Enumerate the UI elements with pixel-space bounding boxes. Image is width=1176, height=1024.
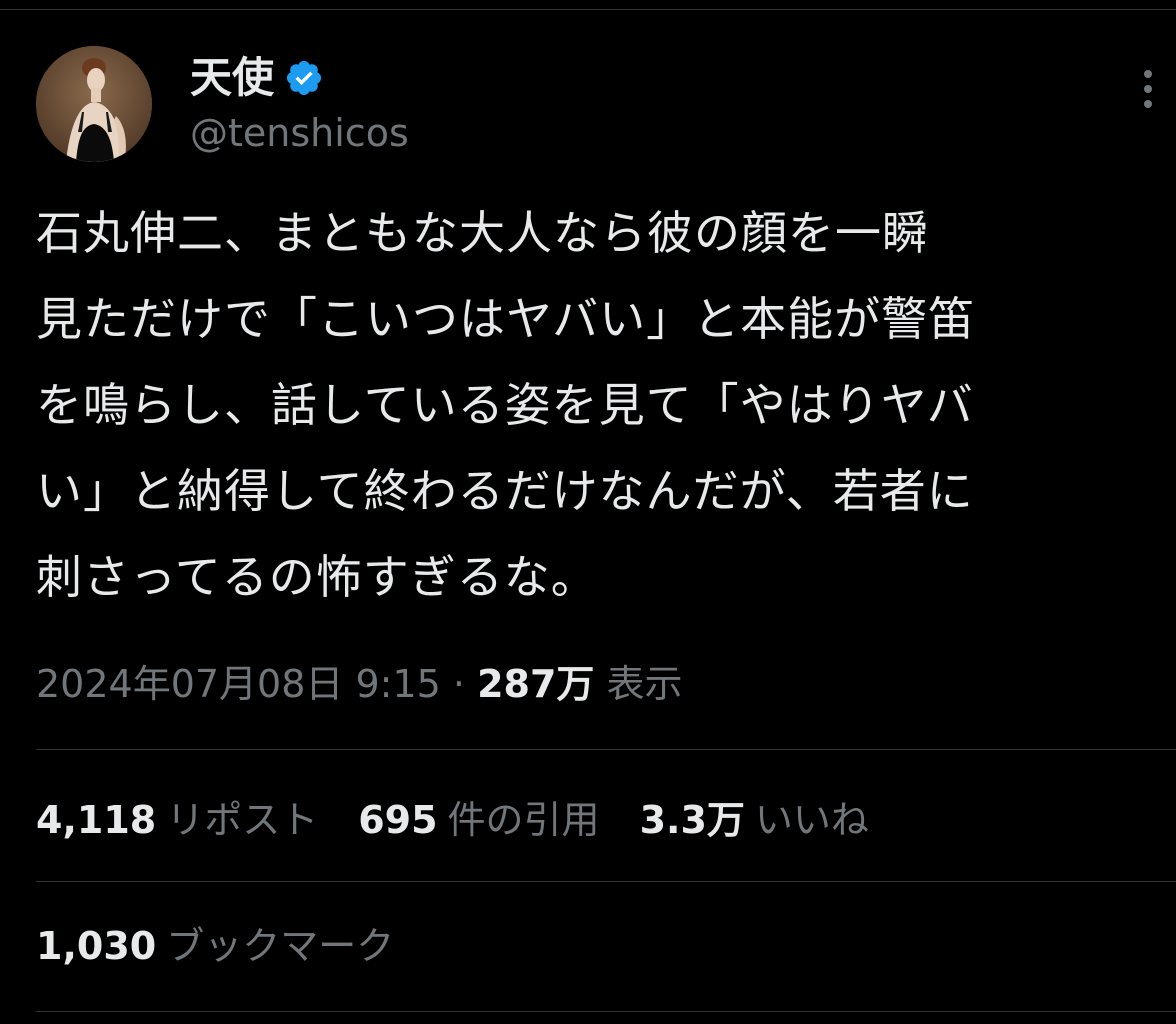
tweet-text-line: い」と納得して終わるだけなんだが、若者に: [36, 464, 974, 518]
tweet-text-line: 石丸伸二、まともな大人なら彼の顔を一瞬: [36, 206, 929, 260]
tweet-text-line: 見ただけで「こいつはヤバい」と本能が警笛: [36, 292, 976, 346]
avatar-portrait-image: [36, 46, 152, 162]
handle[interactable]: @tenshicos: [190, 110, 409, 156]
verified-badge-icon[interactable]: [284, 58, 324, 98]
views-label: 表示: [606, 662, 683, 706]
tweet-text: 石丸伸二、まともな大人なら彼の顔を一瞬 見ただけで「こいつはヤバい」と本能が警笛…: [36, 190, 1156, 620]
bookmarks-label: ブックマーク: [166, 924, 395, 968]
quotes-count: 695: [358, 798, 438, 842]
top-divider: [0, 9, 1176, 10]
likes-label: いいね: [754, 798, 869, 842]
reposts-count: 4,118: [36, 798, 157, 842]
author-block: 天使 @tenshicos: [190, 50, 409, 156]
bookmarks-stat[interactable]: 1,030 ブックマーク: [36, 918, 394, 974]
quotes-stat[interactable]: 695 件の引用: [358, 792, 599, 848]
bookmarks-count: 1,030: [36, 924, 157, 968]
likes-stat[interactable]: 3.3万 いいね: [640, 792, 869, 848]
display-name-row: 天使: [190, 50, 409, 106]
meta-separator: ·: [440, 662, 478, 706]
divider: [36, 1011, 1176, 1012]
tweet-text-line: を鳴らし、話している姿を見て「やはりヤバ: [36, 378, 974, 432]
timestamp[interactable]: 2024年07月08日 9:15: [36, 662, 441, 706]
likes-count: 3.3万: [639, 798, 745, 842]
more-dot: [1144, 85, 1152, 93]
reposts-label: リポスト: [166, 798, 319, 842]
vertical-ellipsis-icon[interactable]: [1136, 70, 1160, 120]
divider: [36, 749, 1176, 750]
tweet-text-line: 刺さってるの怖すぎるな。: [36, 550, 598, 604]
views-count: 287万: [477, 662, 595, 706]
more-dot: [1144, 100, 1152, 108]
quotes-label: 件の引用: [447, 798, 600, 842]
reposts-stat[interactable]: 4,118 リポスト: [36, 792, 318, 848]
display-name[interactable]: 天使: [190, 50, 274, 106]
tweet-meta: 2024年07月08日 9:15 · 287万 表示: [36, 656, 683, 712]
avatar[interactable]: [36, 46, 152, 162]
stats-row: 4,118 リポスト 695 件の引用 3.3万 いいね: [36, 792, 909, 848]
divider: [36, 881, 1176, 882]
more-dot: [1144, 70, 1152, 78]
